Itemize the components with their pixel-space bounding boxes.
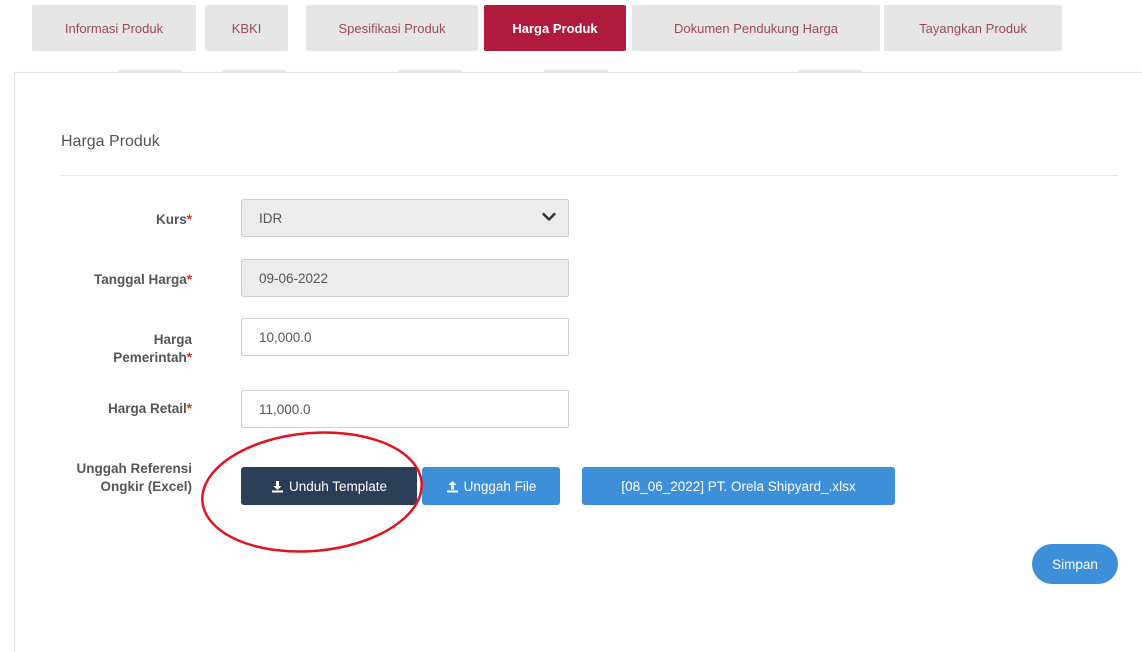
download-icon <box>271 480 283 492</box>
harga-retail-input[interactable]: 11,000.0 <box>241 390 569 428</box>
tab-informasi-produk[interactable]: Informasi Produk <box>32 5 196 51</box>
chevron-down-icon <box>542 212 556 221</box>
unduh-template-label: Unduh Template <box>288 478 388 494</box>
harga-pemerintah-value: 10,000.0 <box>259 329 312 345</box>
tab-tayangkan-produk[interactable]: Tayangkan Produk <box>884 5 1062 51</box>
tab-spesifikasi-produk[interactable]: Spesifikasi Produk <box>306 5 478 51</box>
kurs-select[interactable]: IDR <box>241 199 569 237</box>
unduh-template-button[interactable]: Unduh Template <box>241 467 417 505</box>
simpan-button[interactable]: Simpan <box>1032 544 1118 584</box>
tab-dokumen-pendukung-harga[interactable]: Dokumen Pendukung Harga <box>632 5 880 51</box>
harga-pemerintah-label-line1: Harga <box>153 332 192 347</box>
uploaded-file-button[interactable]: [08_06_2022] PT. Orela Shipyard_.xlsx <box>582 467 895 505</box>
harga-pemerintah-input[interactable]: 10,000.0 <box>241 318 569 356</box>
unggah-referensi-label: Unggah Referensi Ongkir (Excel) <box>22 460 192 496</box>
tanggal-harga-field: 09-06-2022 <box>241 259 569 297</box>
unggah-file-button[interactable]: Unggah File <box>422 467 560 505</box>
tab-harga-produk[interactable]: Harga Produk <box>484 5 626 51</box>
unggah-file-label: Unggah File <box>463 478 537 494</box>
kurs-label: Kurs* <box>155 212 192 227</box>
harga-retail-label: Harga Retail* <box>107 401 192 416</box>
tanggal-harga-label: Tanggal Harga* <box>93 272 192 287</box>
tab-kbki[interactable]: KBKI <box>205 5 288 51</box>
uploaded-file-name: [08_06_2022] PT. Orela Shipyard_.xlsx <box>621 478 856 494</box>
kurs-value: IDR <box>259 210 283 226</box>
title-divider <box>60 175 1118 176</box>
unggah-referensi-label-line2: Ongkir (Excel) <box>100 479 192 494</box>
harga-pemerintah-label: Harga Pemerintah* <box>22 331 192 367</box>
page-title: Harga Produk <box>61 133 160 150</box>
upload-icon <box>446 480 458 492</box>
harga-pemerintah-label-line2: Pemerintah <box>113 350 187 365</box>
tanggal-harga-value: 09-06-2022 <box>259 270 329 286</box>
unggah-referensi-label-line1: Unggah Referensi <box>76 461 192 476</box>
harga-retail-value: 11,000.0 <box>259 401 311 417</box>
